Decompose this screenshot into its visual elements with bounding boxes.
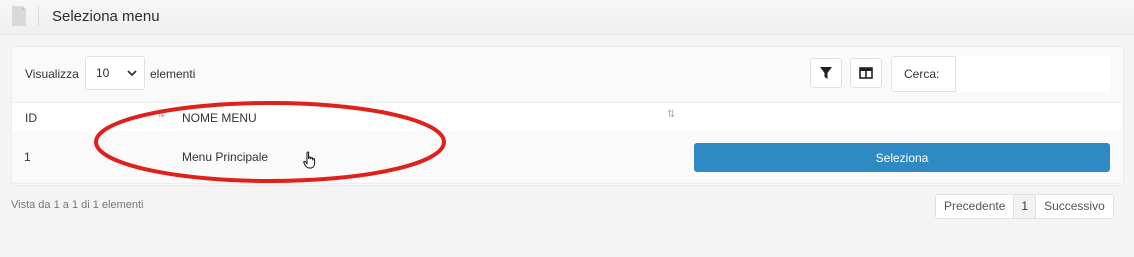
- filter-button[interactable]: [810, 58, 842, 88]
- columns-icon: [859, 67, 873, 79]
- columns-button[interactable]: [850, 58, 882, 88]
- sort-icon[interactable]: ⇅: [157, 109, 165, 120]
- divider: [38, 6, 39, 26]
- row-menu-name: Menu Principale: [182, 150, 269, 164]
- page-size-select[interactable]: 10: [85, 56, 145, 90]
- search-input[interactable]: [955, 56, 1109, 92]
- pagination: Precedente 1 Successivo: [935, 194, 1114, 219]
- table-header: ID ⇅ NOME MENU ⇅: [12, 102, 1122, 132]
- chevron-down-icon: [127, 70, 137, 77]
- elements-label: elementi: [150, 67, 196, 81]
- filter-icon: [820, 67, 832, 79]
- sort-desc-icon[interactable]: ⇅: [667, 109, 675, 120]
- next-page-button[interactable]: Successivo: [1036, 195, 1113, 218]
- search-label: Cerca:: [904, 67, 940, 81]
- table-row: 1 Menu Principale Seleziona: [12, 131, 1122, 184]
- document-icon: [12, 6, 26, 26]
- row-id: 1: [24, 150, 31, 164]
- search-box: Cerca:: [891, 56, 1109, 92]
- page-size-label: Visualizza: [25, 67, 79, 81]
- previous-page-button[interactable]: Precedente: [936, 195, 1013, 218]
- page-size-value: 10: [96, 66, 110, 80]
- table-info: Vista da 1 a 1 di 1 elementi: [11, 199, 144, 211]
- page-title: Seleziona menu: [52, 8, 160, 25]
- page-1-button[interactable]: 1: [1013, 195, 1037, 218]
- column-header-name[interactable]: NOME MENU: [182, 111, 257, 125]
- select-button[interactable]: Seleziona: [694, 143, 1110, 172]
- column-header-id[interactable]: ID: [25, 111, 37, 125]
- hand-cursor-icon: [303, 151, 316, 169]
- top-bar: Seleziona menu: [0, 0, 1134, 35]
